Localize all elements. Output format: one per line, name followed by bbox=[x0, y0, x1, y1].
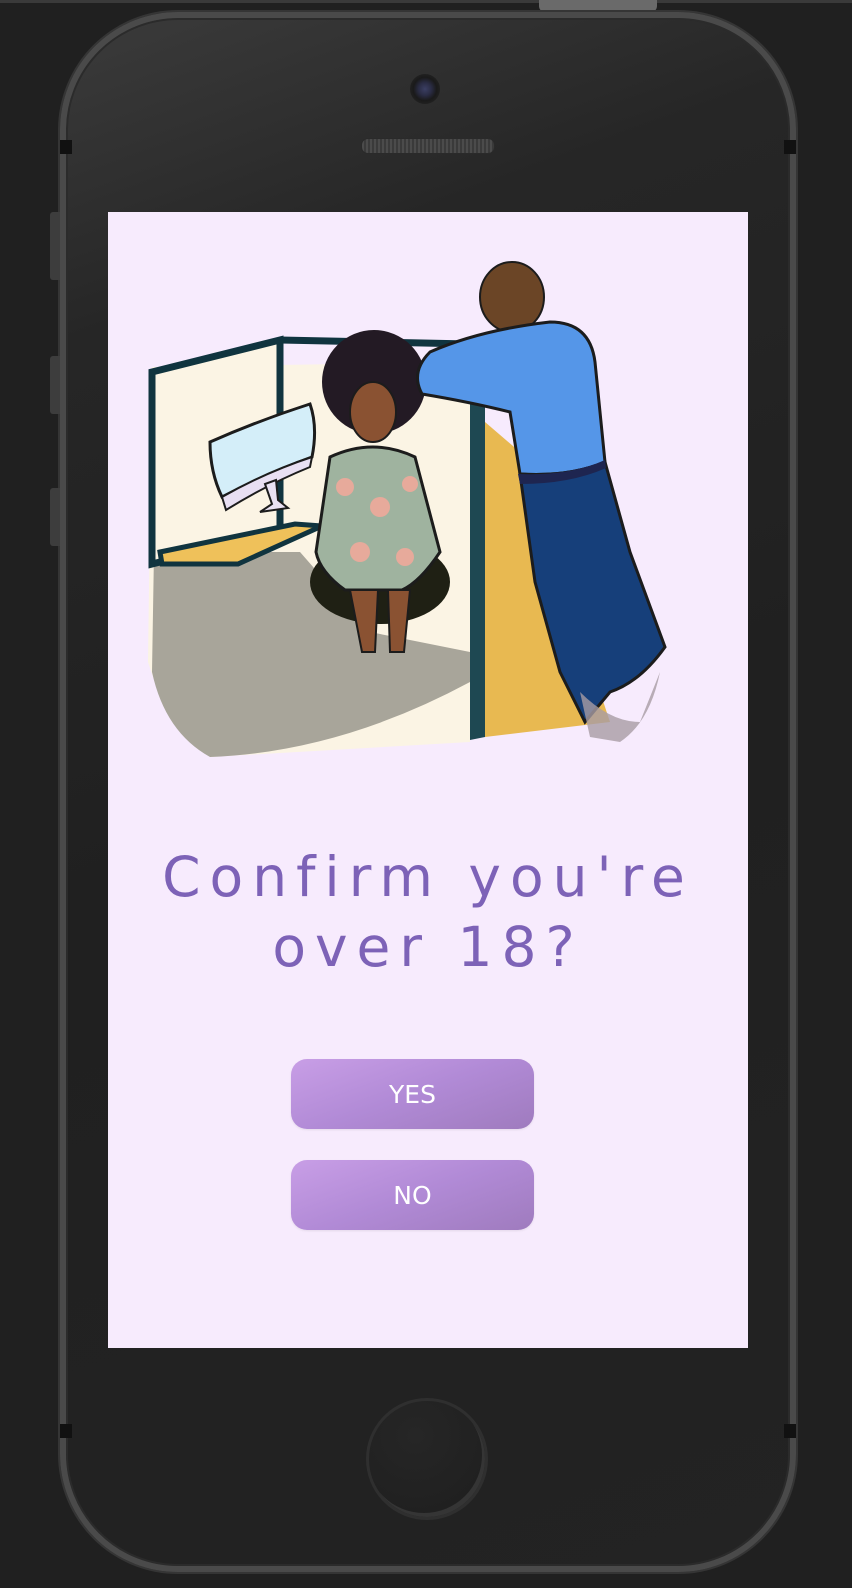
yes-button[interactable]: YES bbox=[291, 1059, 534, 1129]
device-antenna-line bbox=[60, 140, 72, 154]
device-power-button bbox=[539, 0, 657, 12]
title-line-1: Confirm you're bbox=[162, 845, 694, 909]
device-antenna-line bbox=[60, 1424, 72, 1438]
earpiece-speaker bbox=[361, 138, 495, 154]
device-antenna-line bbox=[784, 1424, 796, 1438]
device-antenna-line bbox=[784, 140, 796, 154]
device-mute-switch bbox=[50, 212, 60, 280]
device-top-edge bbox=[0, 0, 852, 3]
device-volume-up-button bbox=[50, 356, 60, 414]
front-camera-icon bbox=[410, 74, 440, 104]
age-confirmation-title: Confirm you're over 18? bbox=[108, 842, 748, 982]
phone-screen: Confirm you're over 18? YES NO bbox=[108, 212, 748, 1348]
device-volume-down-button bbox=[50, 488, 60, 546]
no-button[interactable]: NO bbox=[291, 1160, 534, 1230]
office-cubicle-scene-icon bbox=[148, 261, 667, 757]
title-line-2: over 18? bbox=[272, 915, 584, 979]
home-button[interactable] bbox=[366, 1398, 488, 1520]
